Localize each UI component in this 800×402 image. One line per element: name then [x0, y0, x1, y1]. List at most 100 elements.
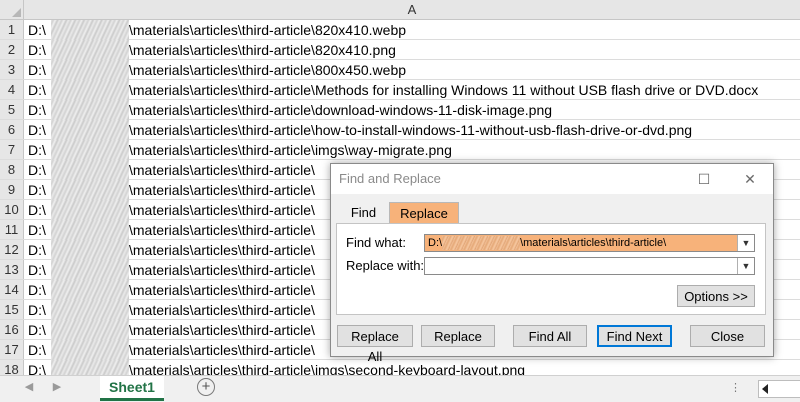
row-number[interactable]: 14	[0, 280, 24, 299]
redacted-path-blur	[51, 240, 129, 260]
row-number[interactable]: 3	[0, 60, 24, 79]
close-icon[interactable]: ✕	[727, 164, 773, 194]
row-number[interactable]: 5	[0, 100, 24, 119]
next-sheet-arrow-icon[interactable]: ▶	[50, 380, 64, 394]
cell-a[interactable]: D:\ \materials\articles\third-article\img…	[28, 140, 452, 160]
cell-drive-text: D:\	[28, 42, 46, 58]
cell-path-text: \materials\articles\third-article\Method…	[129, 82, 759, 98]
cell-drive-text: D:\	[28, 282, 46, 298]
sheet-tab-bar: ◀ ▶ Sheet1 + ⋮	[0, 375, 800, 402]
cell-path-text: \materials\articles\third-article\	[129, 322, 315, 338]
row-number[interactable]: 4	[0, 80, 24, 99]
row-number[interactable]: 17	[0, 340, 24, 359]
horizontal-scrollbar[interactable]	[758, 380, 800, 398]
find-next-button[interactable]: Find Next	[597, 325, 672, 347]
cell-drive-text: D:\	[28, 262, 46, 278]
row-number[interactable]: 11	[0, 220, 24, 239]
replace-panel: Find what: D:\ \materials\articles\third-…	[336, 223, 766, 315]
tab-replace[interactable]: Replace	[389, 202, 459, 224]
find-replace-dialog: Find and Replace ☐ ✕ Find Replace Find w…	[330, 163, 774, 364]
cell-drive-text: D:\	[28, 202, 46, 218]
dialog-title: Find and Replace	[339, 171, 441, 186]
redacted-path-blur	[51, 200, 129, 220]
cell-path-text: \materials\articles\third-article\	[129, 342, 315, 358]
cell-a[interactable]: D:\ \materials\articles\third-article\how…	[28, 120, 692, 140]
table-row: 2 D:\ \materials\articles\third-article\82…	[0, 40, 800, 60]
tab-find[interactable]: Find	[339, 202, 388, 224]
prev-sheet-arrow-icon[interactable]: ◀	[22, 380, 36, 394]
cell-drive-text: D:\	[28, 82, 46, 98]
row-number[interactable]: 16	[0, 320, 24, 339]
cell-path-text: \materials\articles\third-article\	[129, 302, 315, 318]
find-what-dropdown-icon[interactable]: ▼	[737, 235, 754, 251]
cell-drive-text: D:\	[28, 22, 46, 38]
redacted-path-blur	[51, 340, 129, 360]
row-number[interactable]: 9	[0, 180, 24, 199]
row-number[interactable]: 6	[0, 120, 24, 139]
cell-a[interactable]: D:\ \materials\articles\third-article\	[28, 280, 315, 300]
column-header-row: A	[0, 0, 800, 20]
cell-a[interactable]: D:\ \materials\articles\third-article\	[28, 240, 315, 260]
cell-a[interactable]: D:\ \materials\articles\third-article\	[28, 340, 315, 360]
cell-a[interactable]: D:\ \materials\articles\third-article\820…	[28, 20, 406, 40]
find-what-suffix: \materials\articles\third-article\	[520, 237, 667, 249]
redacted-path-blur	[51, 100, 129, 120]
redacted-path-blur	[51, 180, 129, 200]
column-header-a[interactable]: A	[24, 0, 800, 19]
cell-drive-text: D:\	[28, 142, 46, 158]
cell-a[interactable]: D:\ \materials\articles\third-article\	[28, 260, 315, 280]
cell-a[interactable]: D:\ \materials\articles\third-article\img…	[28, 360, 525, 375]
row-number[interactable]: 13	[0, 260, 24, 279]
cell-path-text: \materials\articles\third-article\820x41…	[129, 42, 396, 58]
cell-drive-text: D:\	[28, 102, 46, 118]
sheet-tab-sheet1[interactable]: Sheet1	[100, 376, 164, 401]
row-number[interactable]: 12	[0, 240, 24, 259]
row-number[interactable]: 8	[0, 160, 24, 179]
cell-a[interactable]: D:\ \materials\articles\third-article\	[28, 300, 315, 320]
add-sheet-icon[interactable]: +	[197, 378, 215, 396]
select-all-corner[interactable]	[0, 0, 24, 19]
cell-a[interactable]: D:\ \materials\articles\third-article\820…	[28, 40, 396, 60]
cell-path-text: \materials\articles\third-article\how-to…	[129, 122, 693, 138]
cell-drive-text: D:\	[28, 362, 46, 375]
find-what-input[interactable]: D:\ \materials\articles\third-article\ ▼	[424, 234, 755, 252]
row-number[interactable]: 1	[0, 20, 24, 39]
redacted-path-blur	[51, 320, 129, 340]
redacted-path-blur	[51, 160, 129, 180]
replace-all-button[interactable]: Replace All	[337, 325, 413, 364]
cell-a[interactable]: D:\ \materials\articles\third-article\800…	[28, 60, 406, 80]
tab-splitter-icon[interactable]: ⋮	[730, 381, 741, 395]
dialog-title-bar[interactable]: Find and Replace ☐ ✕	[331, 164, 773, 194]
row-number[interactable]: 10	[0, 200, 24, 219]
cell-path-text: \materials\articles\third-article\	[129, 242, 315, 258]
cell-a[interactable]: D:\ \materials\articles\third-article\	[28, 220, 315, 240]
cell-path-text: \materials\articles\third-article\	[129, 202, 315, 218]
cell-drive-text: D:\	[28, 122, 46, 138]
find-all-button[interactable]: Find All	[513, 325, 587, 347]
close-button[interactable]: Close	[690, 325, 765, 347]
cell-path-text: \materials\articles\third-article\	[129, 182, 315, 198]
table-row: 6 D:\ \materials\articles\third-article\ho…	[0, 120, 800, 140]
row-number[interactable]: 2	[0, 40, 24, 59]
cell-a[interactable]: D:\ \materials\articles\third-article\dow…	[28, 100, 552, 120]
table-row: 1 D:\ \materials\articles\third-article\82…	[0, 20, 800, 40]
cell-a[interactable]: D:\ \materials\articles\third-article\	[28, 180, 315, 200]
cell-a[interactable]: D:\ \materials\articles\third-article\	[28, 160, 315, 180]
row-number[interactable]: 18	[0, 360, 24, 375]
cell-path-text: \materials\articles\third-article\	[129, 162, 315, 178]
replace-with-input[interactable]: ▼	[424, 257, 755, 275]
redacted-path-blur	[51, 20, 129, 40]
cell-a[interactable]: D:\ \materials\articles\third-article\Met…	[28, 80, 758, 100]
cell-a[interactable]: D:\ \materials\articles\third-article\	[28, 200, 315, 220]
redacted-path-blur	[51, 280, 129, 300]
row-number[interactable]: 15	[0, 300, 24, 319]
cell-path-text: \materials\articles\third-article\	[129, 222, 315, 238]
scroll-left-icon[interactable]	[762, 384, 768, 394]
replace-button[interactable]: Replace	[421, 325, 495, 347]
redacted-path-blur	[51, 40, 129, 60]
options-button[interactable]: Options >>	[677, 285, 755, 307]
maximize-icon[interactable]: ☐	[681, 164, 727, 194]
replace-with-dropdown-icon[interactable]: ▼	[737, 258, 754, 274]
row-number[interactable]: 7	[0, 140, 24, 159]
cell-a[interactable]: D:\ \materials\articles\third-article\	[28, 320, 315, 340]
